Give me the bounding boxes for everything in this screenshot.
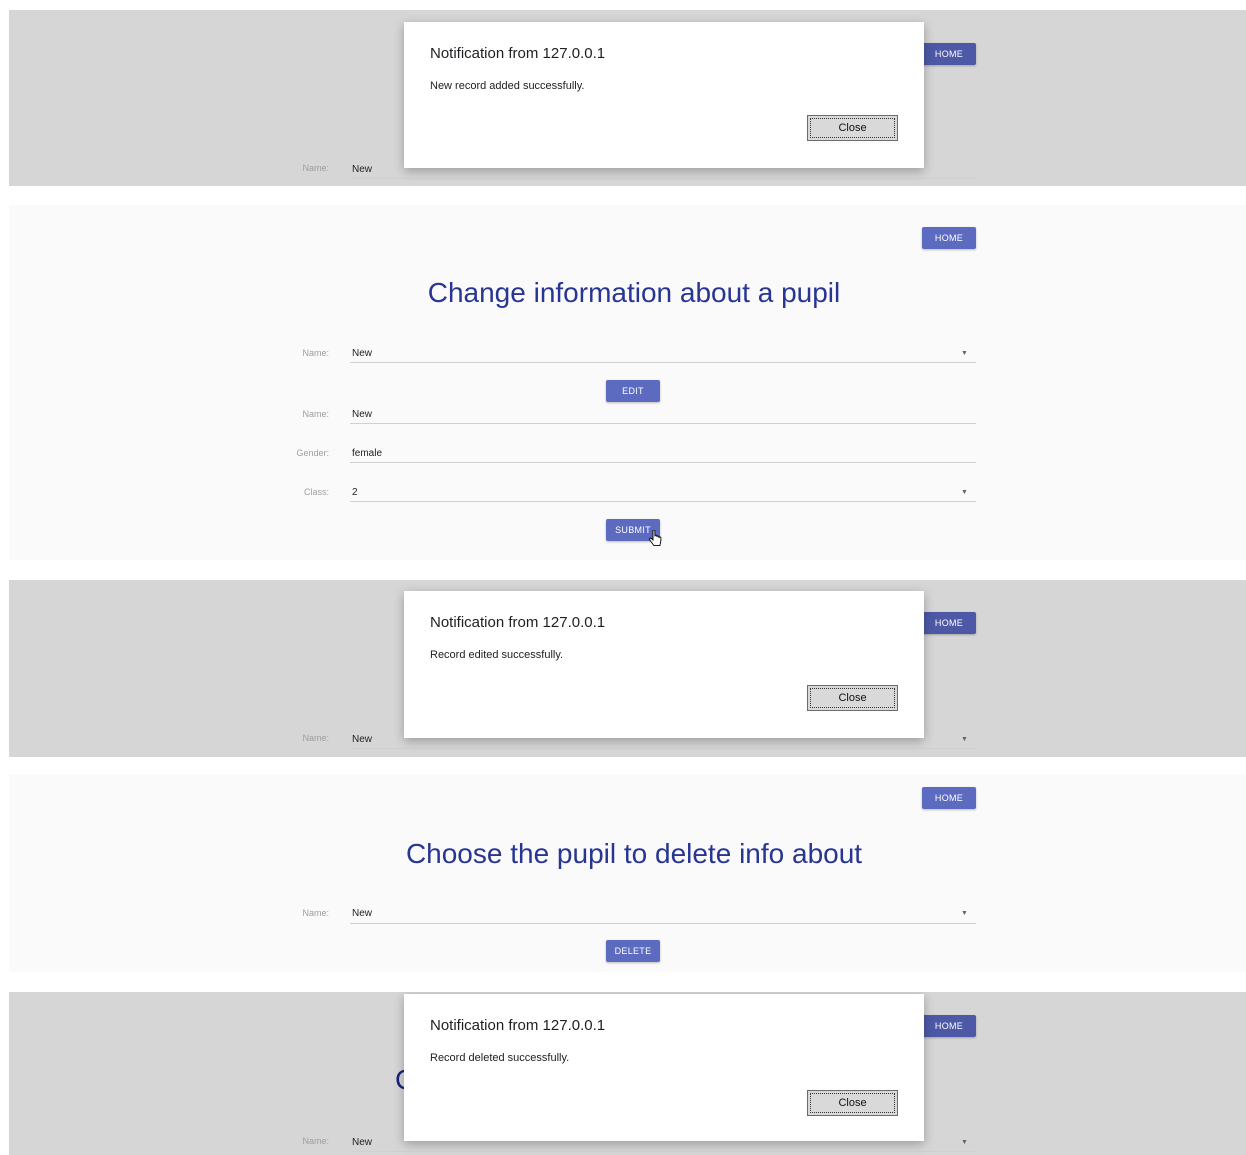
page-title: Change information about a pupil	[427, 277, 841, 308]
home-button[interactable]: HOME	[922, 612, 976, 634]
caret-down-icon: ▼	[961, 1139, 968, 1146]
name-label: Name:	[302, 1136, 329, 1146]
dialog-message: Record edited successfully.	[430, 649, 564, 661]
edit-button[interactable]: EDIT	[606, 380, 660, 402]
notification-dialog: Notification from 127.0.0.1 New record a…	[404, 22, 924, 168]
close-button[interactable]: Close	[807, 115, 898, 141]
select-name-value[interactable]: New	[352, 348, 372, 359]
screen-edit-notification: HOME Name: New ▼ Notification from 127.0…	[9, 580, 1246, 757]
home-button[interactable]: HOME	[922, 43, 976, 65]
screen-delete-pupil: HOME Choose the pupil to delete info abo…	[9, 774, 1246, 972]
screen-edit-pupil: HOME Change information about a pupil Na…	[9, 205, 1246, 560]
delete-button[interactable]: DELETE	[606, 940, 660, 962]
name-value: New	[352, 1137, 373, 1148]
close-button[interactable]: Close	[807, 685, 898, 711]
select-name-underline	[350, 362, 976, 363]
close-button[interactable]: Close	[807, 1090, 898, 1116]
dialog-title: Notification from 127.0.0.1	[430, 45, 606, 62]
home-button[interactable]: HOME	[922, 787, 976, 809]
gender-label: Gender:	[296, 448, 329, 458]
name-underline	[350, 748, 976, 749]
dialog-message: Record deleted successfully.	[430, 1052, 570, 1064]
class-label: Class:	[303, 487, 329, 497]
notification-dialog: Notification from 127.0.0.1 Record edite…	[404, 591, 924, 738]
home-button[interactable]: HOME	[922, 227, 976, 249]
home-button[interactable]: HOME	[922, 1015, 976, 1037]
name-select[interactable]: New	[352, 908, 372, 919]
name-input[interactable]: New	[352, 409, 372, 420]
gender-input[interactable]: female	[352, 448, 382, 459]
screen-delete-notification: HOME C Name: New ▼ Notification from 127…	[9, 992, 1246, 1155]
caret-down-icon[interactable]: ▼	[961, 489, 968, 496]
name-value: New	[352, 164, 373, 175]
name-value: New	[352, 734, 373, 745]
dialog-message: New record added successfully.	[430, 80, 585, 92]
name-underline	[350, 1151, 976, 1152]
name-label: Name:	[302, 908, 329, 918]
caret-down-icon[interactable]: ▼	[961, 910, 968, 917]
class-select[interactable]: 2	[352, 487, 358, 498]
hand-cursor-icon	[649, 530, 662, 547]
class-underline	[350, 501, 976, 502]
name-underline	[350, 923, 976, 924]
name-label: Name:	[302, 163, 329, 173]
page-title: Choose the pupil to delete info about	[405, 838, 863, 869]
notification-dialog: Notification from 127.0.0.1 Record delet…	[404, 994, 924, 1141]
select-name-label: Name:	[302, 348, 329, 358]
caret-down-icon: ▼	[961, 736, 968, 743]
gender-underline	[350, 462, 976, 463]
name-underline	[350, 423, 976, 424]
dialog-title: Notification from 127.0.0.1	[430, 614, 606, 631]
caret-down-icon[interactable]: ▼	[961, 350, 968, 357]
screen-add-notification: HOME Name: New Notification from 127.0.0…	[9, 10, 1246, 186]
name-label: Name:	[302, 409, 329, 419]
dialog-title: Notification from 127.0.0.1	[430, 1017, 606, 1034]
name-underline	[350, 178, 976, 179]
name-label: Name:	[302, 733, 329, 743]
